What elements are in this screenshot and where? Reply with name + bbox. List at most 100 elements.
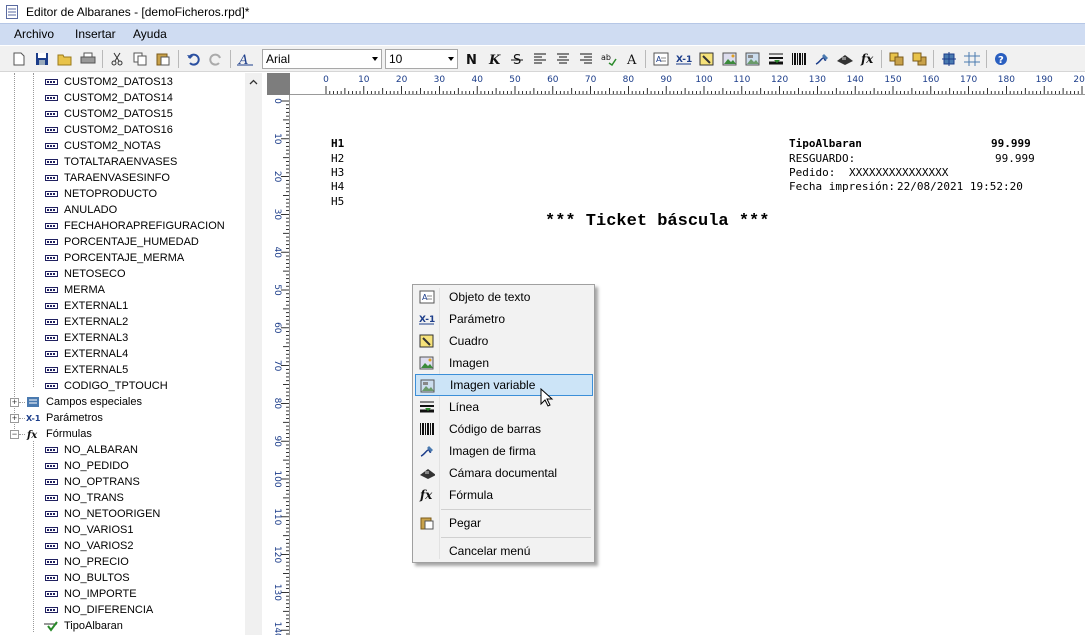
- settings-icon[interactable]: [940, 50, 958, 68]
- tree-item-formula[interactable]: NO_BULTOS: [44, 570, 130, 586]
- pedido-value[interactable]: XXXXXXXXXXXXXXX: [849, 166, 948, 179]
- image-icon[interactable]: [721, 50, 739, 68]
- tree-item-field[interactable]: EXTERNAL5: [44, 362, 128, 378]
- menu-item-codigo-barras[interactable]: Código de barras: [415, 418, 593, 440]
- tree-item-field[interactable]: PORCENTAJE_HUMEDAD: [44, 234, 199, 250]
- save-icon[interactable]: [33, 50, 51, 68]
- tree-item-field[interactable]: CUSTOM2_DATOS16: [44, 122, 173, 138]
- tree-group-campos-especiales[interactable]: Campos especiales: [26, 394, 142, 410]
- parameter-icon[interactable]: X-1: [675, 50, 693, 68]
- menu-item-cancelar[interactable]: Cancelar menú: [415, 540, 593, 562]
- line-icon[interactable]: [767, 50, 785, 68]
- tree-item-formula[interactable]: NO_NETOORIGEN: [44, 506, 160, 522]
- font-icon[interactable]: A: [236, 50, 254, 68]
- grid-icon[interactable]: [963, 50, 981, 68]
- menu-item-cuadro[interactable]: Cuadro: [415, 330, 593, 352]
- menu-item-camara-documental[interactable]: Cámara documental: [415, 462, 593, 484]
- send-back-icon[interactable]: [911, 50, 929, 68]
- print-icon[interactable]: [79, 50, 97, 68]
- header-h4[interactable]: H4: [331, 180, 344, 193]
- menu-item-formula[interactable]: fx Fórmula: [415, 484, 593, 506]
- tree-group-parametros[interactable]: X-1 Parámetros: [26, 410, 103, 426]
- tree-item-field[interactable]: TARAENVASESINFO: [44, 170, 170, 186]
- tree-item-formula[interactable]: NO_ALBARAN: [44, 442, 138, 458]
- bring-front-icon[interactable]: [888, 50, 906, 68]
- undo-icon[interactable]: [184, 50, 202, 68]
- align-left-icon[interactable]: [531, 50, 549, 68]
- align-right-icon[interactable]: [577, 50, 595, 68]
- resguardo-label[interactable]: RESGUARDO:: [789, 152, 855, 165]
- document-camera-icon[interactable]: [836, 50, 854, 68]
- menu-item-imagen[interactable]: Imagen: [415, 352, 593, 374]
- header-h2[interactable]: H2: [331, 152, 344, 165]
- open-icon[interactable]: [56, 50, 74, 68]
- tree-item-field[interactable]: EXTERNAL2: [44, 314, 128, 330]
- align-center-icon[interactable]: [554, 50, 572, 68]
- menu-item-parametro[interactable]: X-1 Parámetro: [415, 308, 593, 330]
- tipo-albaran-value[interactable]: 99.999: [991, 137, 1031, 150]
- fecha-value[interactable]: 22/08/2021 19:52:20: [897, 180, 1023, 193]
- tree-item-formula[interactable]: NO_VARIOS1: [44, 522, 134, 538]
- pedido-label[interactable]: Pedido:: [789, 166, 835, 179]
- tipo-albaran-label[interactable]: TipoAlbaran: [789, 137, 862, 150]
- new-icon[interactable]: [10, 50, 28, 68]
- strikethrough-icon[interactable]: S: [508, 50, 526, 68]
- tree-item-field[interactable]: TOTALTARAENVASES: [44, 154, 177, 170]
- tree-item-field[interactable]: PORCENTAJE_MERMA: [44, 250, 184, 266]
- scroll-up-icon[interactable]: [245, 73, 262, 90]
- tree-group-formulas[interactable]: fx Fórmulas: [26, 426, 92, 442]
- box-icon[interactable]: [698, 50, 716, 68]
- help-icon[interactable]: ?: [992, 50, 1010, 68]
- bold-icon[interactable]: N: [462, 50, 480, 68]
- tree-item-formula[interactable]: NO_OPTRANS: [44, 474, 140, 490]
- header-h1[interactable]: H1: [331, 137, 344, 150]
- font-color-icon[interactable]: A: [623, 50, 641, 68]
- italic-icon[interactable]: K: [485, 50, 503, 68]
- menu-item-imagen-firma[interactable]: Imagen de firma: [415, 440, 593, 462]
- tree-item-formula[interactable]: NO_DIFERENCIA: [44, 602, 153, 618]
- tree-item-field[interactable]: EXTERNAL1: [44, 298, 128, 314]
- tree-item-field[interactable]: CUSTOM2_DATOS15: [44, 106, 173, 122]
- header-h3[interactable]: H3: [331, 166, 344, 179]
- resguardo-value[interactable]: 99.999: [995, 152, 1035, 165]
- fecha-label[interactable]: Fecha impresión:: [789, 180, 895, 193]
- paste-icon[interactable]: [154, 50, 172, 68]
- expand-parametros[interactable]: +: [10, 414, 19, 423]
- tree-item-formula[interactable]: NO_PRECIO: [44, 554, 129, 570]
- expand-campos-especiales[interactable]: +: [10, 398, 19, 407]
- tree-item-formula[interactable]: NO_TRANS: [44, 490, 124, 506]
- ticket-title[interactable]: *** Ticket báscula ***: [545, 212, 769, 231]
- formula-icon[interactable]: fx: [859, 50, 877, 68]
- tree-item-field[interactable]: CUSTOM2_DATOS14: [44, 90, 173, 106]
- tree-item-field[interactable]: ANULADO: [44, 202, 117, 218]
- tree-item-field[interactable]: EXTERNAL3: [44, 330, 128, 346]
- tree-item-field[interactable]: CODIGO_TPTOUCH: [44, 378, 168, 394]
- tree-item-field[interactable]: EXTERNAL4: [44, 346, 128, 362]
- tree-item-field[interactable]: CUSTOM2_DATOS13: [44, 74, 173, 90]
- tree-item-field[interactable]: MERMA: [44, 282, 105, 298]
- tree-item-formula[interactable]: NO_VARIOS2: [44, 538, 134, 554]
- menu-ayuda[interactable]: Ayuda: [133, 27, 167, 41]
- collapse-formulas[interactable]: −: [10, 430, 19, 439]
- report-canvas[interactable]: H1 H2 H3 H4 H5 TipoAlbaran 99.999 RESGUA…: [291, 96, 1085, 635]
- barcode-icon[interactable]: [790, 50, 808, 68]
- tree-item-field[interactable]: NETOPRODUCTO: [44, 186, 157, 202]
- tree-item-field[interactable]: FECHAHORAPREFIGURACION: [44, 218, 225, 234]
- menu-item-pegar[interactable]: Pegar: [415, 512, 593, 534]
- font-name-select[interactable]: Arial: [262, 49, 382, 69]
- redo-icon[interactable]: [207, 50, 225, 68]
- tree-item-field[interactable]: NETOSECO: [44, 266, 126, 282]
- header-h5[interactable]: H5: [331, 195, 344, 208]
- menu-item-objeto-texto[interactable]: A Objeto de texto: [415, 286, 593, 308]
- tree-item-formula[interactable]: NO_PEDIDO: [44, 458, 129, 474]
- font-size-select[interactable]: 10: [385, 49, 458, 69]
- cut-icon[interactable]: [108, 50, 126, 68]
- tree-item-formula[interactable]: NO_IMPORTE: [44, 586, 137, 602]
- menu-insertar[interactable]: Insertar: [75, 27, 116, 41]
- copy-icon[interactable]: [131, 50, 149, 68]
- menu-item-imagen-variable[interactable]: Imagen variable: [415, 374, 593, 396]
- tree-item-field[interactable]: CUSTOM2_NOTAS: [44, 138, 161, 154]
- signature-icon[interactable]: [813, 50, 831, 68]
- spellcheck-icon[interactable]: ab: [600, 50, 618, 68]
- text-object-icon[interactable]: A: [652, 50, 670, 68]
